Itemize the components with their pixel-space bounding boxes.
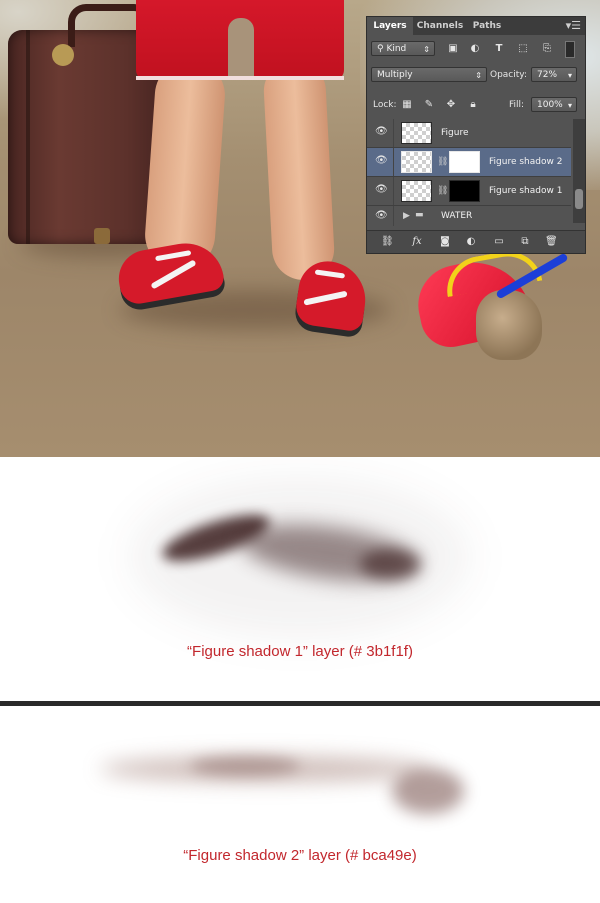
visibility-eye-icon[interactable]: 👁︎ [375, 185, 388, 195]
shorts-hem [136, 76, 344, 80]
layers-bottom-bar: ⛓︎ fx ◙ ◐ ▭ ⧉ 🗑︎ [367, 230, 585, 253]
lock-pixels-icon[interactable]: ✎ [423, 99, 435, 111]
shadow2-mid-blob [190, 756, 300, 776]
visibility-eye-icon[interactable]: 👁︎ [375, 211, 388, 221]
layer-thumbnail [401, 151, 432, 173]
layer-thumbnail [401, 122, 432, 144]
layers-list: 👁︎ Figure 👁︎ ⛓︎ Figure shadow 2 👁︎ ⛓︎ Fi… [367, 119, 585, 226]
layer-row-figure-shadow-1[interactable]: 👁︎ ⛓︎ Figure shadow 1 [367, 177, 571, 206]
fx-icon[interactable]: fx [411, 236, 423, 248]
visibility-eye-icon[interactable]: 👁︎ [375, 127, 388, 137]
blend-row: Multiply ⇕ Opacity: 72% ▾ [367, 65, 585, 85]
layers-panel: Layers Channels Paths ▾☰ ⚲ Kind ⇕ ▣ ◐ T … [366, 16, 586, 254]
red-shorts [136, 0, 344, 80]
layer-mask-thumbnail[interactable] [449, 151, 480, 173]
layer-row-figure-shadow-2[interactable]: 👁︎ ⛓︎ Figure shadow 2 [367, 148, 571, 177]
mask-icon[interactable]: ◙ [439, 236, 451, 248]
filter-kind-label: Kind [386, 44, 407, 54]
link-icon[interactable]: ⛓︎ [381, 236, 394, 248]
blend-mode-value: Multiply [377, 70, 413, 80]
adjustment-filter-icon[interactable]: ◐ [469, 43, 481, 55]
layer-thumbnail [401, 180, 432, 202]
shoe-stripe [303, 290, 348, 306]
layer-name: Figure [441, 128, 469, 138]
layers-scrollbar[interactable] [573, 119, 585, 223]
shadow2-right-blob [392, 768, 464, 814]
filter-kind-dropdown[interactable]: ⚲ Kind ⇕ [371, 41, 435, 56]
opacity-input[interactable]: 72% ▾ [531, 67, 577, 82]
shorts-gap [228, 18, 254, 80]
lock-position-icon[interactable]: ✥ [445, 99, 457, 111]
folder-icon: ▬ [415, 210, 424, 220]
right-leg [262, 58, 336, 282]
group-expand-arrow-icon[interactable]: ▶ [403, 211, 411, 221]
adjustment-icon[interactable]: ◐ [465, 236, 477, 248]
tab-channels[interactable]: Channels [413, 17, 467, 35]
shape-filter-icon[interactable]: ⬚ [517, 43, 529, 55]
shadow1-caption: “Figure shadow 1” layer (# 3b1f1f) [187, 643, 413, 660]
fill-input[interactable]: 100% ▾ [531, 97, 577, 112]
lock-row: Lock: ▦ ✎ ✥ 🔒︎ Fill: 100% ▾ [367, 95, 585, 115]
shoe-lace [314, 269, 346, 279]
new-layer-icon[interactable]: ⧉ [519, 236, 531, 248]
scrollbar-thumb[interactable] [575, 189, 583, 209]
mask-link-icon[interactable]: ⛓︎ [437, 157, 448, 167]
shadow1-preview: “Figure shadow 1” layer (# 3b1f1f) [0, 457, 600, 701]
layer-mask-thumbnail[interactable] [449, 180, 480, 202]
left-leg [142, 57, 228, 273]
layer-name: WATER [441, 211, 473, 221]
panel-tabs: Layers Channels Paths ▾☰ [367, 17, 585, 35]
layer-name: Figure shadow 2 [489, 157, 563, 167]
filter-row: ⚲ Kind ⇕ ▣ ◐ T ⬚ ⎘ [367, 39, 585, 59]
lock-label: Lock: [373, 100, 397, 110]
layer-name: Figure shadow 1 [489, 186, 563, 196]
sand-pile [476, 290, 542, 360]
fill-value: 100% [537, 100, 563, 110]
folder-icon[interactable]: ▭ [493, 236, 505, 248]
panel-menu-icon[interactable]: ▾☰ [566, 19, 581, 32]
filter-toggle-icon[interactable] [565, 41, 575, 58]
layer-separator [393, 119, 394, 147]
visibility-eye-icon[interactable]: 👁︎ [375, 156, 388, 166]
layer-separator [393, 206, 394, 226]
shoe-stripe [150, 259, 197, 290]
chevron-down-icon: ▾ [567, 71, 572, 80]
shadow1-stroke-right [360, 549, 420, 579]
mask-link-icon[interactable]: ⛓︎ [437, 186, 448, 196]
tab-layers[interactable]: Layers [367, 17, 413, 35]
smart-object-filter-icon[interactable]: ⎘ [541, 43, 553, 55]
blend-mode-dropdown[interactable]: Multiply ⇕ [371, 67, 487, 82]
trash-icon[interactable]: 🗑︎ [545, 236, 558, 248]
layer-row-figure[interactable]: 👁︎ Figure [367, 119, 571, 148]
dropdown-arrow-icon: ⇕ [475, 71, 482, 80]
opacity-value: 72% [537, 70, 558, 80]
lock-all-icon[interactable]: 🔒︎ [467, 99, 479, 111]
suitcase-corner [94, 228, 110, 244]
layer-row-water-group[interactable]: 👁︎ ▶ ▬ WATER [367, 206, 571, 226]
shoe-lace [155, 250, 192, 262]
opacity-label: Opacity: [490, 70, 527, 80]
lock-transparency-icon[interactable]: ▦ [401, 99, 413, 111]
layer-separator [393, 148, 394, 176]
luggage-tag [52, 44, 74, 66]
type-filter-icon[interactable]: T [493, 43, 505, 55]
chevron-down-icon: ▾ [567, 101, 572, 110]
suitcase-seam [26, 30, 30, 244]
shadow2-caption: “Figure shadow 2” layer (# bca49e) [183, 847, 417, 864]
layer-separator [393, 177, 394, 205]
tab-paths[interactable]: Paths [467, 17, 507, 35]
shadow2-preview: “Figure shadow 2” layer (# bca49e) [0, 706, 600, 903]
dropdown-arrow-icon: ⇕ [423, 45, 430, 54]
fill-label: Fill: [509, 100, 525, 110]
image-filter-icon[interactable]: ▣ [447, 43, 459, 55]
